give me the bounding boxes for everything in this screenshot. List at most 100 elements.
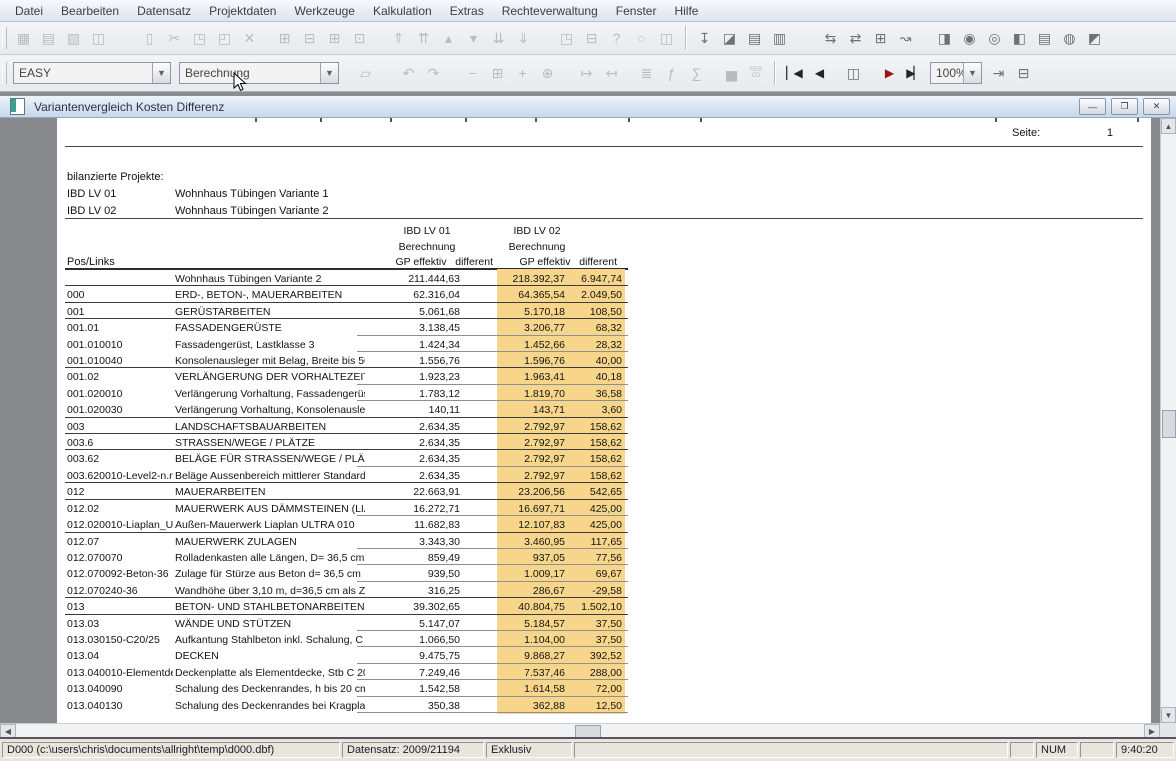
help-icon[interactable]: ? <box>605 27 628 50</box>
easy-combobox[interactable]: EASY ▼ <box>13 62 171 84</box>
menu-extras[interactable]: Extras <box>441 1 493 21</box>
vertical-scroll-thumb[interactable] <box>1162 410 1176 438</box>
menu-werkzeuge[interactable]: Werkzeuge <box>285 1 363 21</box>
reb-export-icon[interactable]: REB CD <box>745 62 767 85</box>
table-row: 003.62BELÄGE FÜR STRASSEN/WEGE / PLÄTZE2… <box>65 450 628 466</box>
last-page-button[interactable]: ▶▏ <box>902 62 925 85</box>
copy-icon[interactable]: ◳ <box>188 27 211 50</box>
minimize-button[interactable]: — <box>1079 98 1106 115</box>
add-group-icon[interactable]: ⊕ <box>536 62 559 85</box>
document-list-icon[interactable]: ▤ <box>1033 27 1056 50</box>
toolbar-group-export: ▅REB CD <box>719 62 768 85</box>
menu-hilfe[interactable]: Hilfe <box>665 1 707 21</box>
move-up-icon[interactable]: ▴ <box>437 27 460 50</box>
compare-right-icon[interactable]: ⇄ <box>844 27 867 50</box>
new-position-icon[interactable]: ▯ <box>138 27 161 50</box>
hierarchy-structure-icon[interactable]: ⊡ <box>348 27 371 50</box>
restore-button[interactable]: ❐ <box>1111 98 1138 115</box>
menu-rechteverwaltung[interactable]: Rechteverwaltung <box>493 1 607 21</box>
chevron-down-icon[interactable]: ▼ <box>320 63 338 83</box>
print-icon[interactable]: ⊟ <box>580 27 603 50</box>
zoom-combobox[interactable]: 100% ▼ <box>930 62 982 84</box>
toolbar-separator <box>685 26 686 50</box>
menubar: DateiBearbeitenDatensatzProjektdatenWerk… <box>0 0 1176 22</box>
search-icon[interactable]: ○ <box>630 27 653 50</box>
report-combobox[interactable]: Berechnung ▼ <box>179 62 339 84</box>
menu-datensatz[interactable]: Datensatz <box>128 1 200 21</box>
archive-document-icon[interactable]: ◪ <box>718 27 741 50</box>
first-page-button[interactable]: ▏◀ <box>782 62 805 85</box>
mode-panel: Exklusiv <box>486 742 572 758</box>
document-open-icon[interactable]: ◧ <box>1008 27 1031 50</box>
toolbar-group-open: ▱ <box>353 62 378 85</box>
document-forward-icon[interactable]: ▥ <box>768 27 791 50</box>
scroll-down-icon[interactable]: ▼ <box>1161 707 1176 723</box>
menu-kalkulation[interactable]: Kalkulation <box>364 1 441 21</box>
report-image-icon[interactable]: ▨ <box>62 27 85 50</box>
remove-position-icon[interactable]: − <box>461 62 484 85</box>
menu-projektdaten[interactable]: Projektdaten <box>200 1 285 21</box>
statistics-icon[interactable]: ▅ <box>720 62 743 85</box>
paste-icon[interactable]: ◰ <box>213 27 236 50</box>
print-report-button[interactable]: ⊟ <box>1012 62 1035 85</box>
sum-icon[interactable]: ∑ <box>685 62 708 85</box>
jump-document-icon[interactable]: ◩ <box>1083 27 1106 50</box>
table-view-icon[interactable]: ◫ <box>655 27 678 50</box>
table-row: 012.070070Rolladenkasten alle Längen, D=… <box>65 549 628 565</box>
toolbar-grip-2[interactable] <box>2 62 7 84</box>
num-lock-panel: NUM <box>1036 742 1078 758</box>
numbered-list-icon[interactable]: ≣ <box>635 62 658 85</box>
report-design-icon[interactable]: ▤ <box>37 27 60 50</box>
chevron-down-icon[interactable]: ▼ <box>963 63 981 83</box>
move-top-icon[interactable]: ⇑ <box>387 27 410 50</box>
gp-different-header-2: GP effektiv different <box>477 256 617 268</box>
hierarchy-outline-icon[interactable]: ⊟ <box>298 27 321 50</box>
close-button[interactable]: ✕ <box>1143 98 1170 115</box>
hierarchy-insert-icon[interactable]: ⊞ <box>273 27 296 50</box>
hierarchy-edit-icon[interactable]: ⊞ <box>323 27 346 50</box>
cell-pos: 013.040130 <box>67 698 173 714</box>
scroll-up-icon[interactable]: ▲ <box>1161 118 1176 134</box>
cut-icon[interactable]: ✂ <box>163 27 186 50</box>
move-page-up-icon[interactable]: ⇈ <box>412 27 435 50</box>
open-report-icon[interactable]: ▱ <box>354 62 377 85</box>
zoom-refresh-icon[interactable]: ◎ <box>983 27 1006 50</box>
table-row: 003.6STRASSEN/WEGE / PLÄTZE2.634,352.792… <box>65 434 628 450</box>
main-toolbar: ▦▤▨◫ ▯✂◳◰✕ ⊞⊟⊞⊡ ⇑⇈▴▾⇊⇓ ◳⊟?○◫ ↧◪▤▥ ⇆⇄⊞↝ ◨… <box>0 22 1176 55</box>
toolbar-grip[interactable] <box>2 27 7 49</box>
pin-icon[interactable]: ↝ <box>894 27 917 50</box>
copy-pages-button[interactable]: ◫ <box>842 62 865 85</box>
chevron-down-icon[interactable]: ▼ <box>152 63 170 83</box>
add-position-icon[interactable]: + <box>511 62 534 85</box>
compare-left-icon[interactable]: ⇆ <box>819 27 842 50</box>
window-grid-icon[interactable]: ⊞ <box>869 27 892 50</box>
menu-datei[interactable]: Datei <box>6 1 52 21</box>
report-copy-icon[interactable]: ◫ <box>87 27 110 50</box>
menu-bearbeiten[interactable]: Bearbeiten <box>52 1 128 21</box>
document-check-icon[interactable]: ▤ <box>743 27 766 50</box>
formula-icon[interactable]: ƒ <box>660 62 683 85</box>
move-down-icon[interactable]: ▾ <box>462 27 485 50</box>
close-preview-button[interactable]: ⇥ <box>987 62 1010 85</box>
page-preview-icon[interactable]: ◳ <box>555 27 578 50</box>
prev-page-button[interactable]: ◀ <box>807 62 830 85</box>
vertical-scrollbar[interactable]: ▲ ▼ <box>1160 118 1176 723</box>
undo-icon[interactable]: ↶ <box>397 62 420 85</box>
menu-fenster[interactable]: Fenster <box>607 1 666 21</box>
export-document-icon[interactable]: ◨ <box>933 27 956 50</box>
replace-position-icon[interactable]: ⊞ <box>486 62 509 85</box>
cell-pos: 012.02 <box>67 501 173 517</box>
insert-after-icon[interactable]: ↤ <box>600 62 623 85</box>
move-bottom-icon[interactable]: ⇓ <box>512 27 535 50</box>
report-wizard-icon[interactable]: ▦ <box>12 27 35 50</box>
zoom-document-icon[interactable]: ◉ <box>958 27 981 50</box>
redo-icon[interactable]: ↷ <box>422 62 445 85</box>
continue-button[interactable]: ▶ <box>877 62 900 85</box>
search-next-icon[interactable]: ◍ <box>1058 27 1081 50</box>
delete-icon[interactable]: ✕ <box>238 27 261 50</box>
insert-before-icon[interactable]: ↦ <box>575 62 598 85</box>
table-row: 012.070092-Beton-36Zulage für Stürze aus… <box>65 565 628 581</box>
document-window-titlebar[interactable]: Variantenvergleich Kosten Differenz — ❐ … <box>0 96 1176 118</box>
move-page-down-icon[interactable]: ⇊ <box>487 27 510 50</box>
import-document-icon[interactable]: ↧ <box>693 27 716 50</box>
